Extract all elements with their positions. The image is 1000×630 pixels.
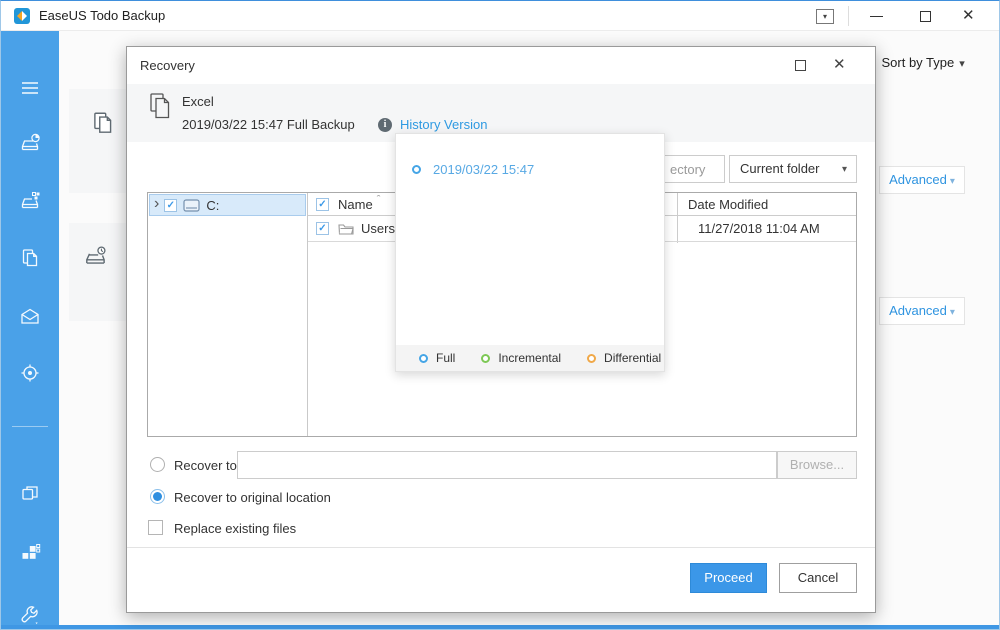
folder-icon (338, 222, 354, 235)
name-column-header[interactable]: Name (338, 197, 373, 212)
cancel-button[interactable]: Cancel (779, 563, 857, 593)
partition-backup-icon[interactable] (18, 189, 42, 213)
recover-to-radio[interactable] (150, 457, 165, 472)
smart-backup-icon[interactable] (18, 361, 42, 385)
sort-by-type-button[interactable]: ↑Sort by Type▾ (869, 51, 965, 75)
c-drive-checkbox[interactable]: ✓ (164, 199, 177, 212)
history-version-item[interactable]: 2019/03/22 15:47 (412, 160, 534, 178)
settings-wrench-icon[interactable] (18, 603, 42, 627)
recover-path-input[interactable] (237, 451, 777, 479)
original-location-label: Recover to original location (174, 490, 331, 505)
sidebar (1, 31, 59, 625)
drive-icon (183, 199, 200, 212)
date-modified-column-header[interactable]: Date Modified (688, 197, 768, 212)
tree-node-c-drive[interactable]: › ✓ C: (149, 194, 306, 216)
replace-files-checkbox[interactable] (148, 520, 163, 535)
minimize-icon[interactable] (870, 16, 883, 17)
dialog-close-icon[interactable]: ✕ (833, 54, 846, 76)
expand-chevron-icon[interactable]: › (154, 196, 159, 212)
full-dot-icon (419, 354, 428, 363)
search-placeholder-fragment: ectory (670, 162, 705, 177)
easeus-logo-icon (14, 8, 30, 24)
dialog-maximize-icon[interactable] (795, 60, 806, 71)
proceed-button[interactable]: Proceed (690, 563, 767, 593)
tree-node-label: C: (206, 198, 219, 213)
original-location-radio[interactable] (150, 489, 165, 504)
backup-type-legend: Full Incremental Differential (396, 345, 664, 371)
dialog-title: Recovery (140, 47, 195, 84)
row-date-cell: 11/27/2018 11:04 AM (698, 221, 820, 236)
legend-full: Full (411, 351, 455, 365)
legend-incremental: Incremental (473, 351, 561, 365)
window-accent-border (1, 625, 999, 630)
backup-version-text: 2019/03/22 15:47 Full Backup (182, 117, 355, 132)
replace-files-label: Replace existing files (174, 521, 296, 536)
select-all-checkbox[interactable]: ✓ (316, 198, 329, 211)
disk-task-icon (83, 243, 109, 269)
backup-name: Excel (182, 94, 214, 109)
recover-to-label: Recover to (174, 458, 237, 473)
titlebar-separator (848, 6, 849, 26)
chevron-down-icon: ▾ (842, 156, 847, 184)
dialog-titlebar: Recovery ✕ (127, 47, 875, 84)
browse-button[interactable]: Browse... (777, 451, 857, 479)
drive-tree-pane: › ✓ C: (148, 193, 308, 436)
users-row-checkbox[interactable]: ✓ (316, 222, 329, 235)
app-title: EaseUS Todo Backup (39, 1, 165, 31)
folder-filter-select[interactable]: Current folder ▾ (729, 155, 857, 183)
app-titlebar: EaseUS Todo Backup ▾ ✕ (1, 1, 999, 31)
history-version-popup: 2019/03/22 15:47 Full Incremental Differ… (395, 133, 665, 372)
info-icon: i (378, 118, 392, 132)
backup-file-icon (149, 92, 173, 120)
mail-backup-icon[interactable] (18, 304, 42, 328)
backup-task-card-file[interactable] (69, 89, 126, 193)
sort-indicator-icon: ˆ (377, 194, 381, 206)
history-version-link[interactable]: History Version (400, 117, 487, 132)
titlebar-dropdown-button[interactable]: ▾ (816, 9, 834, 24)
sidebar-divider (12, 426, 48, 427)
differential-dot-icon (587, 354, 596, 363)
advanced-button-1[interactable]: Advanced▾ (879, 166, 965, 194)
footer-divider (127, 547, 875, 548)
file-backup-icon[interactable] (18, 246, 42, 270)
chevron-down-icon: ▾ (950, 307, 955, 318)
recovery-dialog: Recovery ✕ Excel 2019/03/22 15:47 Full B… (126, 46, 876, 613)
backup-task-card-disk[interactable] (69, 223, 126, 321)
maximize-icon[interactable] (920, 11, 931, 22)
chevron-down-icon: ▾ (950, 176, 955, 187)
clone-icon[interactable] (18, 481, 42, 505)
advanced-button-2[interactable]: Advanced▾ (879, 297, 965, 325)
chevron-down-icon: ▾ (959, 58, 965, 70)
tools-icon[interactable] (18, 541, 42, 565)
row-name-cell: Users (361, 221, 395, 236)
legend-differential: Differential (579, 351, 661, 365)
incremental-dot-icon (481, 354, 490, 363)
sort-by-type-label: Sort by Type (882, 55, 955, 70)
app-window: EaseUS Todo Backup ▾ ✕ (0, 0, 1000, 630)
file-copy-icon (90, 110, 116, 136)
disk-backup-icon[interactable] (18, 131, 42, 155)
history-version-label: 2019/03/22 15:47 (433, 162, 534, 177)
full-backup-dot-icon (412, 165, 421, 174)
menu-icon[interactable] (18, 76, 42, 100)
close-icon[interactable]: ✕ (962, 5, 975, 27)
